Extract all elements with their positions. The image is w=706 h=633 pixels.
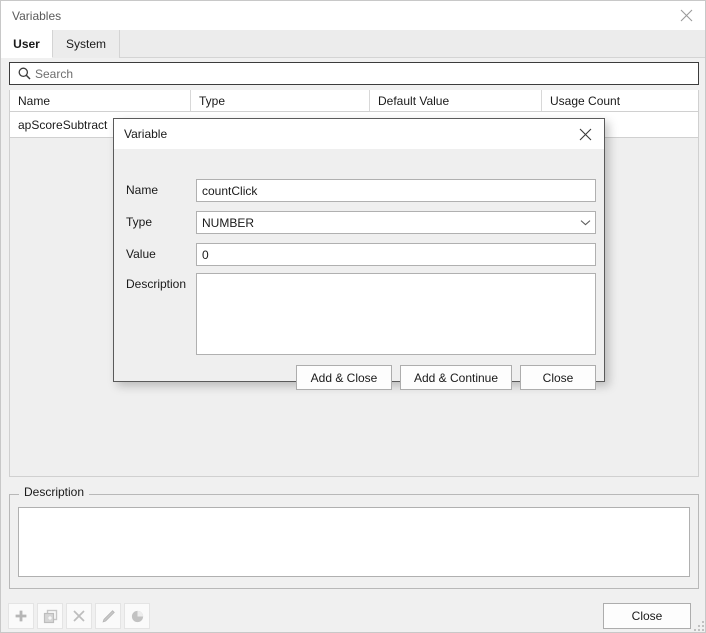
type-select-value: NUMBER <box>202 215 255 230</box>
dialog-title: Variable <box>124 127 168 141</box>
window-titlebar: Variables <box>1 1 705 30</box>
column-header-default-value[interactable]: Default Value <box>370 90 542 111</box>
description-input[interactable] <box>196 273 596 355</box>
description-group: Description <box>9 485 699 589</box>
variable-dialog: Variable Name Type NUMBER Value <box>113 118 605 390</box>
dialog-body: Name Type NUMBER Value Description Add &… <box>114 149 604 390</box>
value-input[interactable] <box>196 243 596 266</box>
type-field-label: Type <box>126 215 153 229</box>
close-x-icon <box>73 610 85 622</box>
dialog-titlebar: Variable <box>114 119 604 149</box>
resize-grip[interactable] <box>694 621 704 631</box>
pie-chart-icon <box>131 610 143 622</box>
delete-variable-button[interactable] <box>66 603 92 629</box>
close-icon <box>680 9 693 22</box>
pencil-icon <box>101 609 115 623</box>
description-field-label: Description <box>126 277 187 291</box>
dialog-close-button[interactable] <box>566 119 604 149</box>
tab-system[interactable]: System <box>53 30 120 58</box>
chevron-down-icon <box>575 219 595 226</box>
duplicate-variable-button[interactable] <box>37 603 63 629</box>
add-variable-button[interactable] <box>8 603 34 629</box>
description-group-label: Description <box>19 485 90 499</box>
column-header-type[interactable]: Type <box>191 90 370 111</box>
tab-system-label: System <box>65 37 106 51</box>
variables-window: Variables User System Name Type Def <box>0 0 706 633</box>
usage-variable-button[interactable] <box>124 603 150 629</box>
column-header-name[interactable]: Name <box>10 90 191 111</box>
duplicate-icon <box>43 609 57 623</box>
add-and-close-button[interactable]: Add & Close <box>296 365 392 390</box>
close-icon <box>579 128 591 140</box>
search-icon <box>13 67 35 80</box>
tab-user-label: User <box>13 36 40 51</box>
dialog-close-action-button[interactable]: Close <box>520 365 596 390</box>
type-select[interactable]: NUMBER <box>196 211 596 234</box>
name-input[interactable] <box>196 179 596 202</box>
add-and-continue-button[interactable]: Add & Continue <box>400 365 512 390</box>
tab-user[interactable]: User <box>1 30 53 58</box>
window-close-bottom-button[interactable]: Close <box>603 603 691 629</box>
search-bar[interactable] <box>9 62 699 85</box>
plus-icon <box>15 610 27 622</box>
value-field-label: Value <box>126 247 156 261</box>
name-field-label: Name <box>126 183 159 197</box>
column-header-usage-count[interactable]: Usage Count <box>542 90 698 111</box>
window-title: Variables <box>12 9 62 23</box>
window-close-button[interactable] <box>666 1 705 30</box>
edit-variable-button[interactable] <box>95 603 121 629</box>
table-header-row: Name Type Default Value Usage Count <box>10 90 698 112</box>
search-input[interactable] <box>35 64 698 83</box>
bottom-toolbar: Close <box>1 599 705 632</box>
description-textarea[interactable] <box>18 507 690 577</box>
tab-strip: User System <box>1 30 705 58</box>
